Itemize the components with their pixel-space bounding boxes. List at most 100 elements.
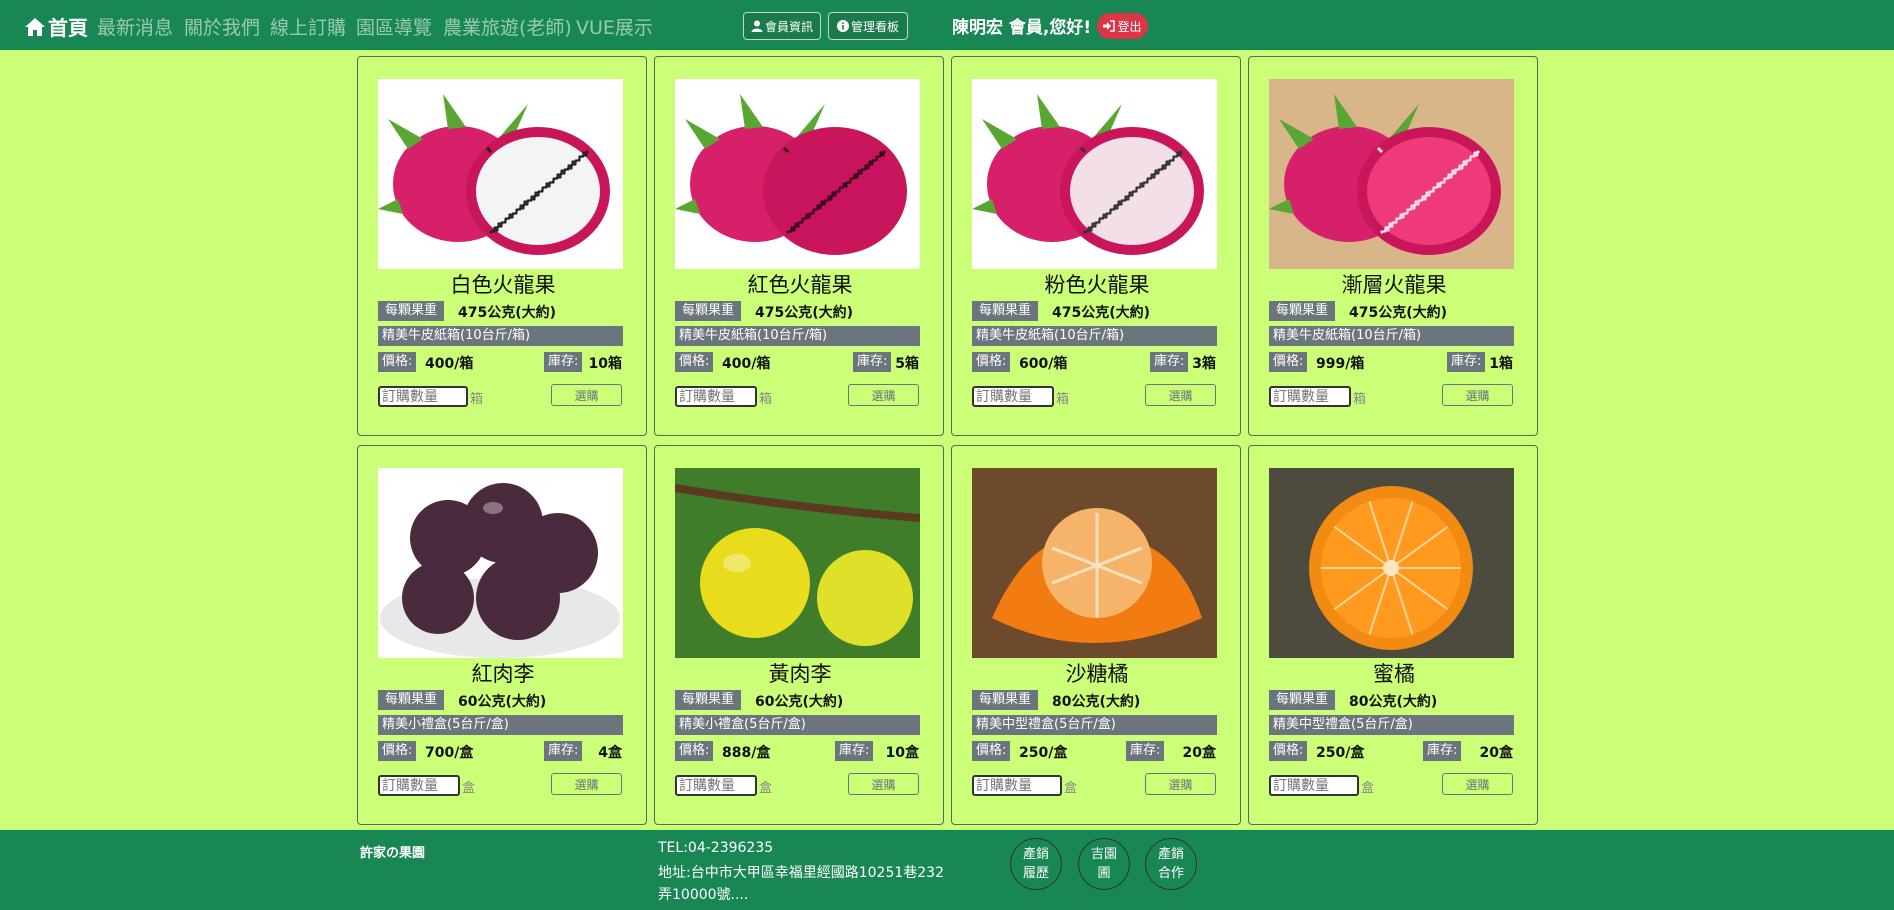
logout-button[interactable]: 登出 bbox=[1097, 13, 1148, 39]
price-value: 700/盒 bbox=[425, 745, 474, 761]
price-value: 400/箱 bbox=[425, 356, 474, 372]
stock-label: 庫存: bbox=[544, 352, 582, 372]
stock-label: 庫存: bbox=[835, 741, 873, 761]
footer-link-cooperative[interactable]: 產銷 合作 bbox=[1145, 838, 1197, 890]
quantity-unit: 盒 bbox=[462, 781, 476, 796]
info-icon bbox=[836, 20, 849, 32]
footer-link-traceability[interactable]: 產銷 履歷 bbox=[1010, 838, 1062, 890]
price-label: 價格: bbox=[972, 741, 1010, 761]
buy-button[interactable]: 選購 bbox=[1145, 773, 1216, 795]
product-card-5: 紅肉李 每顆果重 60公克(大約) 精美小禮盒(5台斤/盒) 價格: 700/盒… bbox=[357, 445, 647, 825]
quantity-input[interactable] bbox=[972, 775, 1062, 796]
top-navbar: 首頁 最新消息 關於我們 線上訂購 園區導覽 農業旅遊(老師) VUE展示 會員… bbox=[0, 0, 1894, 50]
stock-value: 10盒 bbox=[885, 745, 919, 761]
nav-link-news[interactable]: 最新消息 bbox=[97, 13, 173, 40]
footer-circle-text: 產銷 bbox=[1157, 847, 1184, 862]
weight-value: 80公克(大約) bbox=[1052, 694, 1141, 710]
buy-button[interactable]: 選購 bbox=[1442, 773, 1513, 795]
nav-link-about[interactable]: 關於我們 bbox=[184, 13, 260, 40]
footer-circle-text: 履歷 bbox=[1022, 866, 1049, 881]
nav-link-order[interactable]: 線上訂購 bbox=[270, 13, 346, 40]
quantity-input[interactable] bbox=[378, 386, 468, 407]
buy-button[interactable]: 選購 bbox=[551, 384, 622, 406]
fruit-illustration bbox=[675, 468, 920, 658]
logout-label: 登出 bbox=[1117, 19, 1142, 34]
weight-value: 60公克(大約) bbox=[458, 694, 547, 710]
footer-circle-text: 產銷 bbox=[1022, 847, 1049, 862]
stock-value: 20盒 bbox=[1182, 745, 1216, 761]
price-value: 600/箱 bbox=[1019, 356, 1068, 372]
price-value: 250/盒 bbox=[1316, 745, 1365, 761]
buy-button[interactable]: 選購 bbox=[551, 773, 622, 795]
buy-button[interactable]: 選購 bbox=[1145, 384, 1216, 406]
weight-label: 每顆果重 bbox=[972, 690, 1038, 710]
weight-label: 每顆果重 bbox=[675, 690, 741, 710]
buy-button[interactable]: 選購 bbox=[1442, 384, 1513, 406]
nav-link-tour[interactable]: 園區導覽 bbox=[356, 13, 432, 40]
stock-value: 5箱 bbox=[895, 356, 919, 372]
home-icon bbox=[25, 17, 45, 36]
footer-address: 地址:台中市大甲區幸福里經國路10251巷232弄10000號.... bbox=[658, 865, 944, 903]
product-image bbox=[1269, 468, 1514, 658]
price-value: 400/箱 bbox=[722, 356, 771, 372]
weight-value: 475公克(大約) bbox=[755, 305, 854, 321]
nav-home-link[interactable]: 首頁 bbox=[24, 12, 88, 41]
product-name: 紅肉李 bbox=[471, 662, 535, 686]
product-image bbox=[675, 468, 920, 658]
weight-label: 每顆果重 bbox=[1269, 301, 1335, 321]
fruit-illustration bbox=[378, 79, 623, 269]
stock-label: 庫存: bbox=[1150, 352, 1188, 372]
product-image bbox=[1269, 79, 1514, 269]
price-label: 價格: bbox=[378, 352, 416, 372]
stock-value: 10箱 bbox=[588, 356, 622, 372]
product-card-1: 白色火龍果 每顆果重 475公克(大約) 精美牛皮紙箱(10台斤/箱) 價格: … bbox=[357, 56, 647, 436]
stock-value: 20盒 bbox=[1479, 745, 1513, 761]
quantity-input[interactable] bbox=[1269, 386, 1351, 407]
member-info-button[interactable]: 會員資訊 bbox=[743, 12, 821, 40]
product-name: 黃肉李 bbox=[768, 662, 832, 686]
product-card-4: 漸層火龍果 每顆果重 475公克(大約) 精美牛皮紙箱(10台斤/箱) 價格: … bbox=[1248, 56, 1538, 436]
footer-circle-text: 合作 bbox=[1157, 866, 1184, 881]
quantity-unit: 盒 bbox=[759, 781, 773, 796]
quantity-input[interactable] bbox=[675, 775, 757, 796]
product-card-2: 紅色火龍果 每顆果重 475公克(大約) 精美牛皮紙箱(10台斤/箱) 價格: … bbox=[654, 56, 944, 436]
quantity-unit: 箱 bbox=[759, 392, 773, 407]
quantity-input[interactable] bbox=[378, 775, 460, 796]
fruit-illustration bbox=[675, 79, 920, 269]
quantity-input[interactable] bbox=[972, 386, 1054, 407]
packaging-label: 精美小禮盒(5台斤/盒) bbox=[378, 715, 623, 735]
footer: 許家の果園 TEL:04-2396235 地址:台中市大甲區幸福里經國路1025… bbox=[0, 830, 1894, 910]
quantity-unit: 箱 bbox=[470, 392, 484, 407]
nav-link-agritour[interactable]: 農業旅遊(老師) bbox=[443, 13, 572, 40]
product-image bbox=[675, 79, 920, 269]
weight-value: 60公克(大約) bbox=[755, 694, 844, 710]
user-greeting: 陳明宏 會員,您好! bbox=[952, 18, 1092, 38]
product-name: 蜜橘 bbox=[1373, 662, 1415, 686]
product-card-7: 沙糖橘 每顆果重 80公克(大約) 精美中型禮盒(5台斤/盒) 價格: 250/… bbox=[951, 445, 1241, 825]
product-name: 漸層火龍果 bbox=[1341, 273, 1447, 297]
quantity-input[interactable] bbox=[1269, 775, 1359, 796]
buy-button[interactable]: 選購 bbox=[848, 384, 919, 406]
buy-button[interactable]: 選購 bbox=[848, 773, 919, 795]
quantity-unit: 箱 bbox=[1353, 392, 1367, 407]
price-label: 價格: bbox=[1269, 352, 1307, 372]
packaging-label: 精美牛皮紙箱(10台斤/箱) bbox=[675, 326, 920, 346]
product-name: 沙糖橘 bbox=[1065, 662, 1129, 686]
product-name: 紅色火龍果 bbox=[747, 273, 853, 297]
stock-label: 庫存: bbox=[1126, 741, 1164, 761]
footer-circle-text: 圃 bbox=[1097, 866, 1111, 881]
price-label: 價格: bbox=[675, 741, 713, 761]
packaging-label: 精美牛皮紙箱(10台斤/箱) bbox=[378, 326, 623, 346]
stock-label: 庫存: bbox=[1447, 352, 1485, 372]
footer-link-jiyuanpu[interactable]: 吉園圃 bbox=[1078, 838, 1130, 890]
admin-dashboard-button[interactable]: 管理看板 bbox=[828, 12, 908, 40]
product-card-3: 粉色火龍果 每顆果重 475公克(大約) 精美牛皮紙箱(10台斤/箱) 價格: … bbox=[951, 56, 1241, 436]
product-image bbox=[378, 79, 623, 269]
nav-link-vue[interactable]: VUE展示 bbox=[576, 13, 653, 40]
quantity-unit: 盒 bbox=[1361, 781, 1375, 796]
quantity-unit: 盒 bbox=[1064, 781, 1078, 796]
fruit-illustration bbox=[972, 79, 1217, 269]
weight-label: 每顆果重 bbox=[378, 690, 444, 710]
weight-label: 每顆果重 bbox=[972, 301, 1038, 321]
quantity-input[interactable] bbox=[675, 386, 757, 407]
